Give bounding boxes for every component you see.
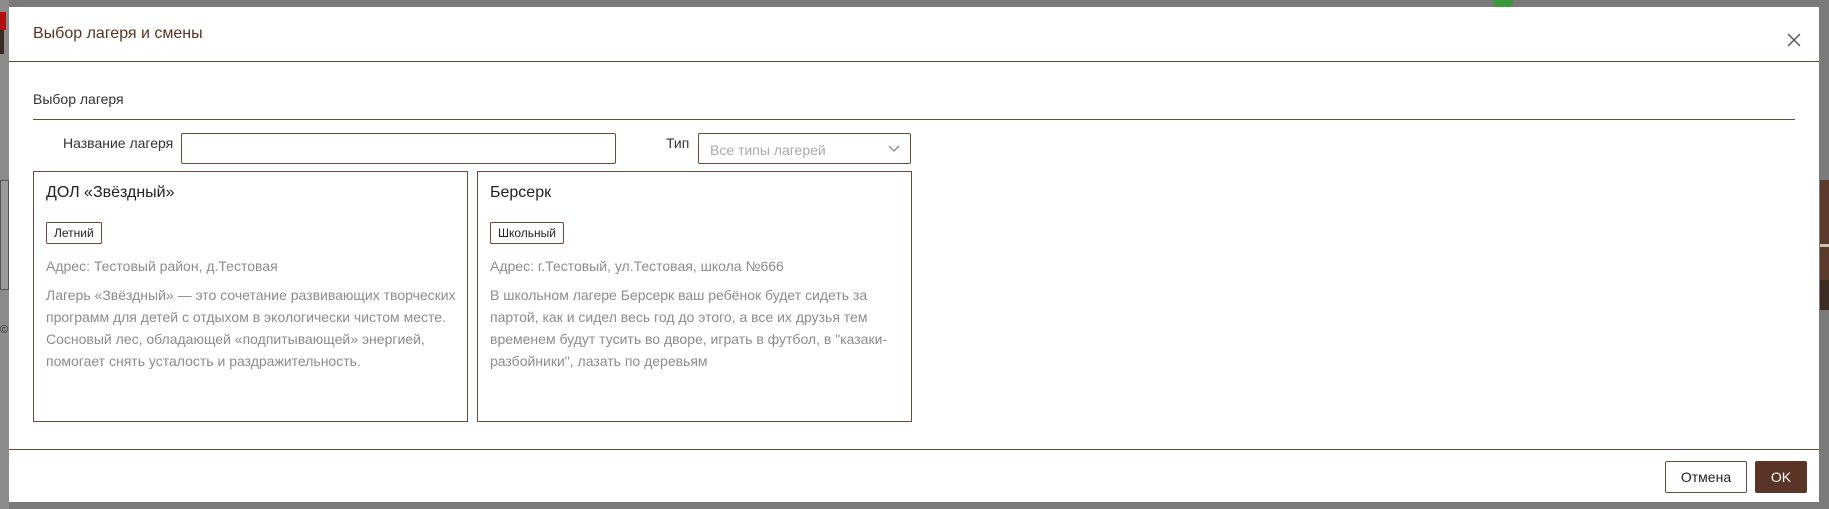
background-logo-fragment [0, 12, 6, 30]
modal-header: Выбор лагеря и смены [9, 7, 1819, 62]
footer-divider [9, 449, 1819, 450]
background-panel-fragment [0, 180, 9, 290]
camp-type-badge: Летний [46, 222, 102, 244]
camp-type-placeholder: Все типы лагерей [710, 142, 826, 158]
camp-card-address: Адрес: г.Тестовый, ул.Тестовая, школа №6… [490, 258, 784, 274]
close-button[interactable] [1783, 29, 1805, 51]
background-sidebar-divider [1820, 244, 1829, 247]
section-title: Выбор лагеря [33, 91, 124, 107]
camp-card-title: Берсерк [490, 184, 552, 201]
ok-button[interactable]: OK [1755, 461, 1807, 493]
background-logo-fragment-dark [0, 30, 4, 54]
close-icon [1787, 33, 1801, 47]
camp-card[interactable]: Берсерк Школьный Адрес: г.Тестовый, ул.Т… [477, 171, 912, 422]
camp-type-select[interactable]: Все типы лагерей [698, 133, 911, 164]
camp-card-title: ДОЛ «Звёздный» [46, 184, 175, 201]
section-divider [33, 119, 1795, 120]
camp-card-description: Лагерь «Звёздный» — это сочетание развив… [46, 287, 456, 369]
background-copyright-fragment: © [0, 324, 9, 336]
camp-type-label: Тип [666, 135, 690, 151]
camp-card-address: Адрес: Тестовый район, д.Тестовая [46, 258, 278, 274]
background-sidebar-block [1820, 280, 1829, 310]
camp-name-label: Название лагеря [63, 135, 174, 151]
camp-name-input[interactable] [181, 133, 616, 164]
camp-selection-modal: Выбор лагеря и смены Выбор лагеря Назван… [9, 7, 1819, 502]
camp-card[interactable]: ДОЛ «Звёздный» Летний Адрес: Тестовый ра… [33, 171, 468, 422]
cancel-button[interactable]: Отмена [1665, 461, 1747, 493]
camp-card-description: В школьном лагере Берсерк ваш ребёнок бу… [490, 287, 888, 369]
chevron-down-icon [888, 145, 900, 152]
camp-type-badge: Школьный [490, 222, 565, 244]
modal-title: Выбор лагеря и смены [33, 25, 203, 42]
